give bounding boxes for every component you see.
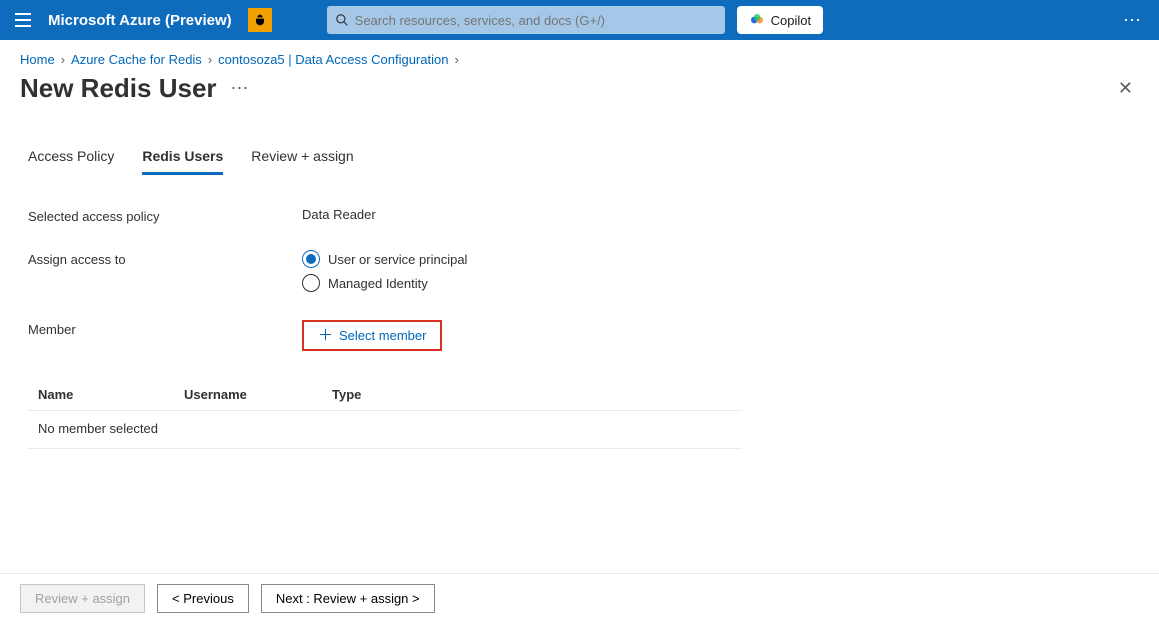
tabs: Access Policy Redis Users Review + assig… xyxy=(0,110,1159,175)
breadcrumb-item[interactable]: Azure Cache for Redis xyxy=(71,52,202,67)
table-header: Name Username Type xyxy=(28,387,742,411)
select-member-button[interactable]: ＋ Select member xyxy=(302,320,442,351)
table-empty-row: No member selected xyxy=(28,411,742,449)
breadcrumb-item[interactable]: contosoza5 | Data Access Configuration xyxy=(218,52,448,67)
copilot-label: Copilot xyxy=(771,13,811,28)
col-username: Username xyxy=(184,387,332,402)
menu-icon[interactable] xyxy=(8,5,38,35)
tab-access-policy[interactable]: Access Policy xyxy=(28,148,114,175)
selected-policy-value: Data Reader xyxy=(302,207,742,222)
member-label: Member xyxy=(28,320,302,337)
review-assign-button: Review + assign xyxy=(20,584,145,613)
preview-bug-icon[interactable] xyxy=(248,8,272,32)
assign-option-label: User or service principal xyxy=(328,252,467,267)
selected-policy-label: Selected access policy xyxy=(28,207,302,224)
page-title-row: New Redis User ⋯ ✕ xyxy=(0,73,1159,110)
global-search[interactable] xyxy=(327,6,725,34)
select-member-label: Select member xyxy=(339,328,426,343)
plus-icon: ＋ xyxy=(318,328,333,343)
tab-review-assign[interactable]: Review + assign xyxy=(251,148,353,175)
chevron-right-icon: › xyxy=(208,52,212,67)
brand-label[interactable]: Microsoft Azure (Preview) xyxy=(48,12,232,29)
page-title: New Redis User xyxy=(20,73,217,104)
previous-button[interactable]: < Previous xyxy=(157,584,249,613)
assign-option-managed[interactable]: Managed Identity xyxy=(302,274,742,292)
radio-icon xyxy=(302,250,320,268)
chevron-right-icon: › xyxy=(454,52,458,67)
breadcrumb: Home › Azure Cache for Redis › contosoza… xyxy=(0,40,1159,73)
search-input[interactable] xyxy=(355,13,717,28)
search-icon xyxy=(335,13,349,27)
title-more-icon[interactable]: ⋯ xyxy=(231,78,251,99)
next-button[interactable]: Next : Review + assign > xyxy=(261,584,435,613)
copilot-button[interactable]: Copilot xyxy=(737,6,823,34)
chevron-right-icon: › xyxy=(61,52,65,67)
table-empty-text: No member selected xyxy=(38,421,158,436)
members-table: Name Username Type No member selected xyxy=(28,387,742,449)
form-area: Selected access policy Data Reader Assig… xyxy=(0,175,770,449)
topbar: Microsoft Azure (Preview) Copilot ⋯ xyxy=(0,0,1159,40)
assign-label: Assign access to xyxy=(28,250,302,267)
radio-icon xyxy=(302,274,320,292)
breadcrumb-item[interactable]: Home xyxy=(20,52,55,67)
tab-redis-users[interactable]: Redis Users xyxy=(142,148,223,175)
col-name: Name xyxy=(38,387,184,402)
footer-bar: Review + assign < Previous Next : Review… xyxy=(0,573,1159,623)
copilot-icon xyxy=(749,12,765,28)
col-type: Type xyxy=(332,387,732,402)
assign-option-label: Managed Identity xyxy=(328,276,428,291)
close-icon[interactable]: ✕ xyxy=(1112,74,1139,103)
more-icon[interactable]: ⋯ xyxy=(1123,10,1143,31)
assign-option-user[interactable]: User or service principal xyxy=(302,250,742,268)
